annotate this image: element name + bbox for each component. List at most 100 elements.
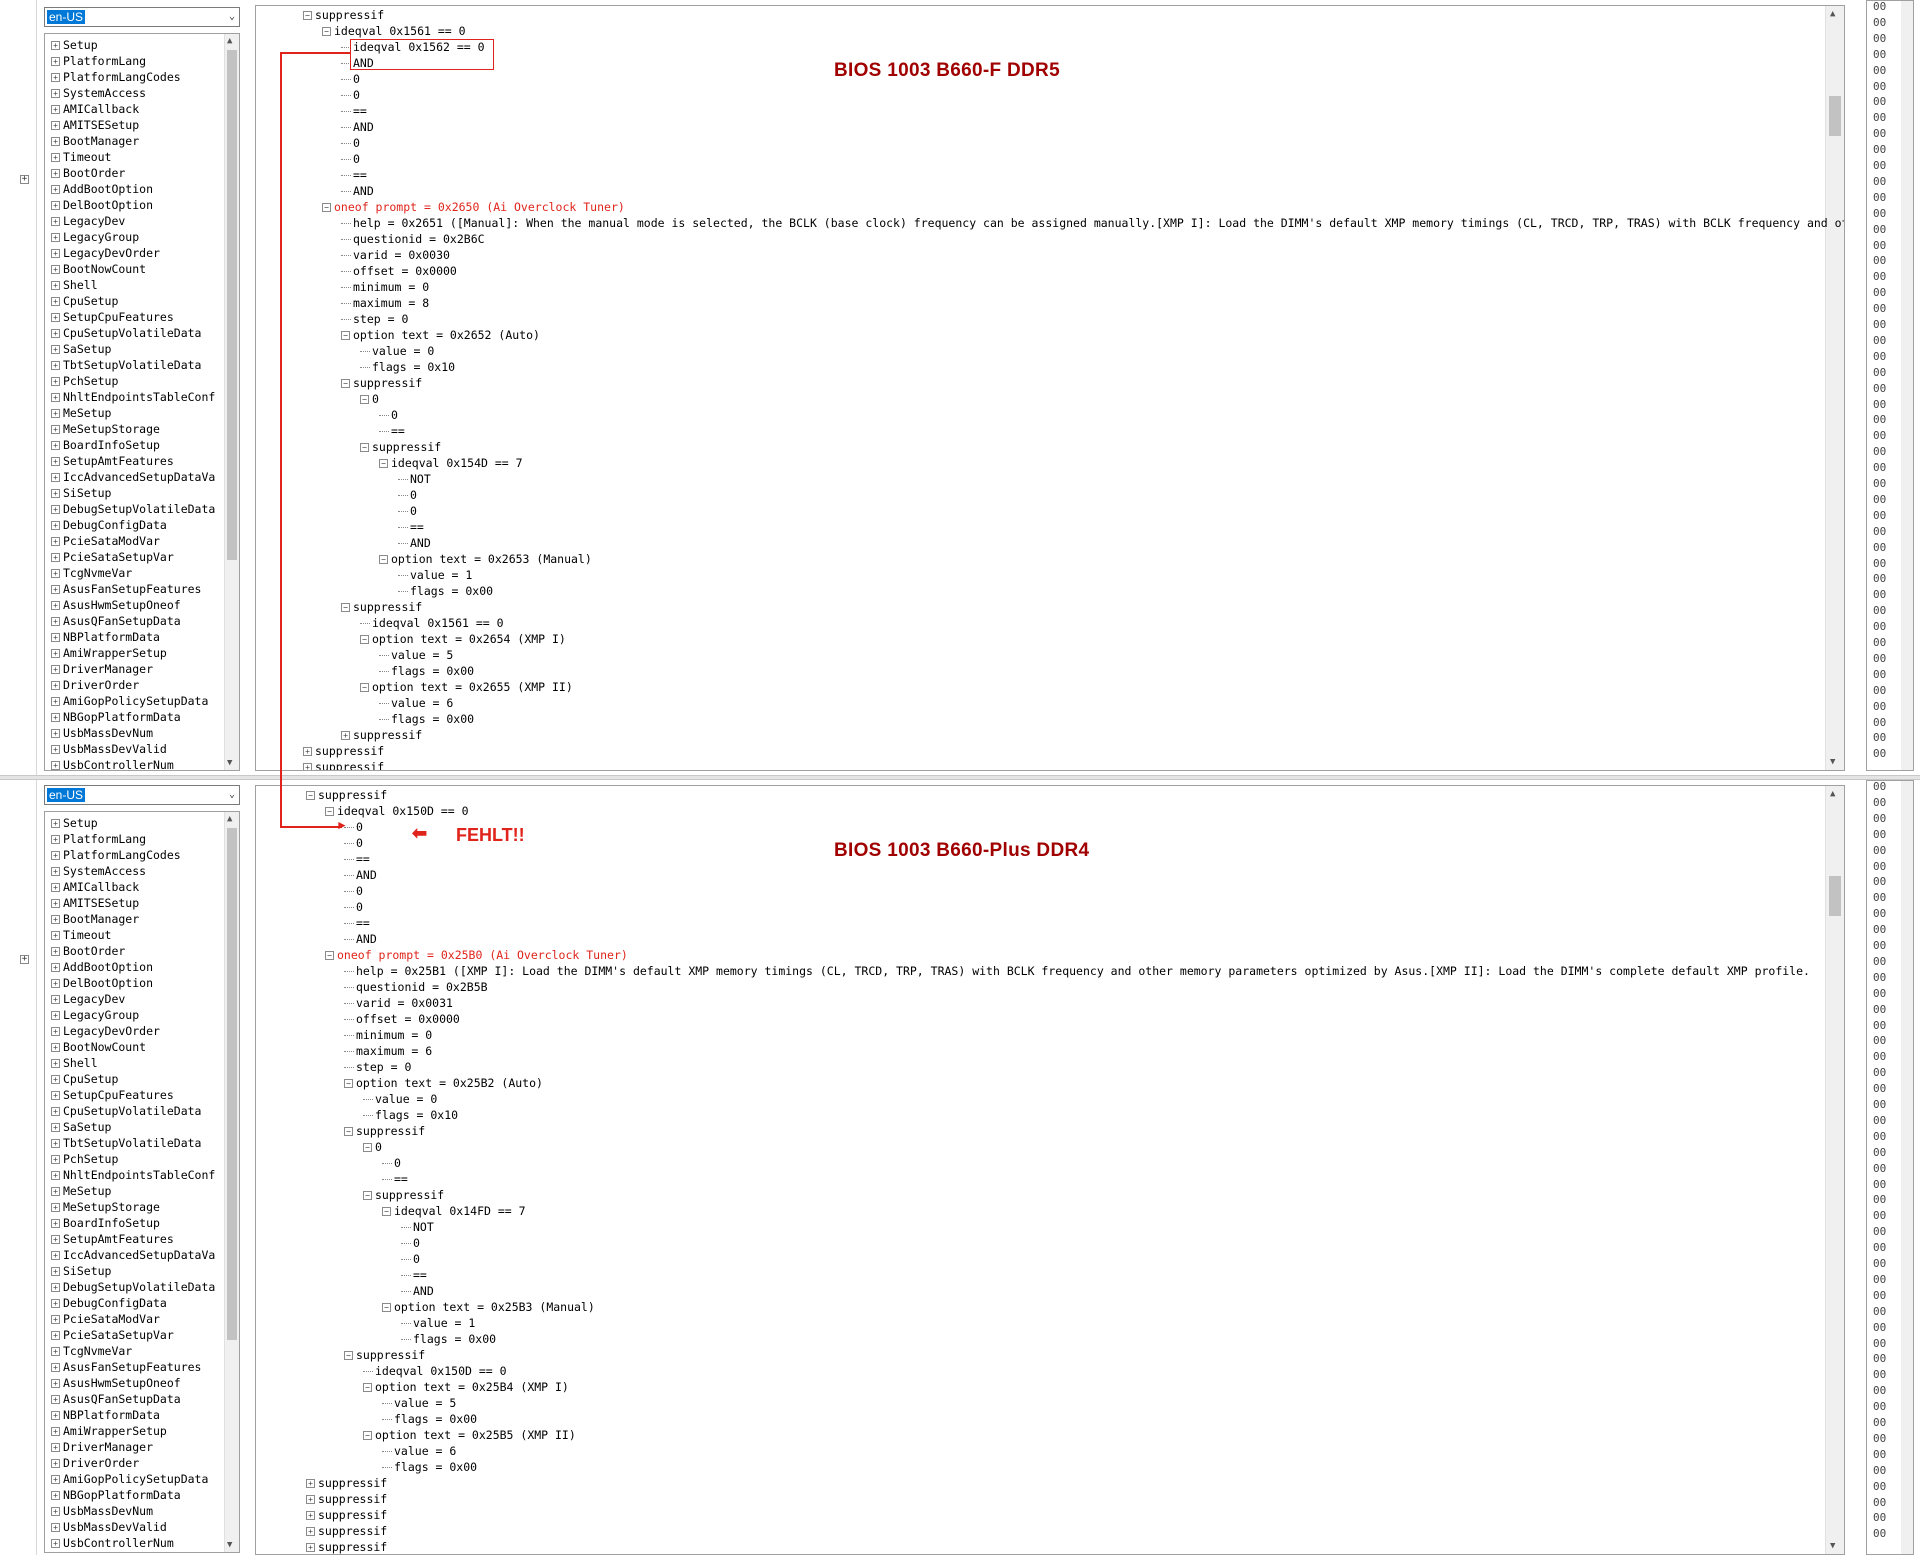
tree-node[interactable]: value = 5 [382,1395,456,1411]
varstore-item[interactable]: + UsbMassDevValid [51,1519,167,1535]
tree-node[interactable]: == [401,1267,427,1283]
tree-scrollbar[interactable]: ▲ ▼ [1825,786,1844,1554]
expand-icon[interactable]: + [51,233,60,242]
tree-node[interactable]: 0 [401,1251,420,1267]
expand-icon[interactable]: + [51,649,60,658]
expand-icon[interactable]: + [51,1139,60,1148]
collapse-icon[interactable]: − [363,1143,372,1152]
expand-icon[interactable]: + [51,617,60,626]
tree-node[interactable]: ideqval 0x150D == 0 [363,1363,507,1379]
expand-icon[interactable]: + [51,489,60,498]
varstore-list[interactable]: ▲ ▼ + Setup + PlatformLang + PlatformLangCode… [44,33,240,771]
scroll-thumb[interactable] [227,50,237,560]
expand-icon[interactable]: + [51,1187,60,1196]
varstore-item[interactable]: + PcieSataModVar [51,1311,160,1327]
expand-icon[interactable]: + [51,185,60,194]
varstore-item[interactable]: + DebugConfigData [51,1295,167,1311]
expand-icon[interactable]: + [51,137,60,146]
collapse-icon[interactable]: − [325,951,334,960]
expand-icon[interactable]: + [51,57,60,66]
expand-icon[interactable]: + [51,249,60,258]
expand-icon[interactable]: + [20,955,29,964]
expand-icon[interactable]: + [51,697,60,706]
expand-icon[interactable]: + [51,931,60,940]
varstore-item[interactable]: + AmiWrapperSetup [51,1423,167,1439]
tree-node[interactable]: == [379,423,405,439]
collapse-icon[interactable]: − [360,443,369,452]
varstore-item[interactable]: + DelBootOption [51,197,153,213]
collapse-icon[interactable]: − [360,395,369,404]
expand-icon[interactable]: + [20,175,29,184]
tree-node[interactable]: − option text = 0x25B3 (Manual) [382,1299,595,1315]
varstore-item[interactable]: + LegacyDev [51,213,125,229]
collapse-icon[interactable]: − [325,807,334,816]
tree-node[interactable]: − option text = 0x2652 (Auto) [341,327,540,343]
expand-icon[interactable]: + [51,835,60,844]
expand-icon[interactable]: + [51,761,60,770]
tree-node[interactable]: maximum = 6 [344,1043,432,1059]
expand-icon[interactable]: + [51,1043,60,1052]
scroll-up-icon[interactable]: ▲ [227,814,232,824]
tree-node[interactable]: − ideqval 0x150D == 0 [325,803,469,819]
expand-icon[interactable]: + [51,1459,60,1468]
varstore-item[interactable]: + UsbControllerNum [51,1535,174,1551]
varstore-item[interactable]: + AMICallback [51,879,139,895]
varstore-item[interactable]: + SaSetup [51,1119,111,1135]
tree-node[interactable]: flags = 0x00 [382,1459,477,1475]
expand-icon[interactable]: + [306,1511,315,1520]
tree-node[interactable]: value = 1 [401,1315,475,1331]
varstore-item[interactable]: + UsbMassDevValid [51,741,167,757]
expand-icon[interactable]: + [51,121,60,130]
tree-node[interactable]: + suppressif [306,1475,387,1491]
tree-node[interactable]: flags = 0x10 [363,1107,458,1123]
varstore-item[interactable]: + TcgNvmeVar [51,1343,132,1359]
varstore-item[interactable]: + AmiGopPolicySetupData [51,693,208,709]
tree-node[interactable]: 0 [382,1155,401,1171]
varstore-item[interactable]: + AsusHwmSetupOneof [51,597,181,613]
varstore-item[interactable]: + CpuSetupVolatileData [51,325,201,341]
tree-node[interactable]: − suppressif [341,375,422,391]
varstore-item[interactable]: + PlatformLangCodes [51,847,181,863]
tree-node[interactable]: offset = 0x0000 [341,263,457,279]
expand-icon[interactable]: + [51,521,60,530]
tree-node[interactable]: − ideqval 0x1561 == 0 [322,23,466,39]
expand-icon[interactable]: + [51,963,60,972]
expand-icon[interactable]: + [303,763,312,770]
expand-icon[interactable]: + [51,585,60,594]
expand-icon[interactable]: + [51,713,60,722]
varstore-item[interactable]: + CpuSetup [51,293,118,309]
tree-node[interactable]: AND [398,535,431,551]
expand-icon[interactable]: + [51,313,60,322]
scroll-down-icon[interactable]: ▼ [227,1540,232,1550]
varstore-item[interactable]: + MeSetupStorage [51,1199,160,1215]
expand-icon[interactable]: + [51,1091,60,1100]
expand-icon[interactable]: + [51,1027,60,1036]
varstore-item[interactable]: + UsbMassDevNum [51,725,153,741]
expand-icon[interactable]: + [51,729,60,738]
expand-icon[interactable]: + [51,1235,60,1244]
tree-node[interactable]: value = 1 [398,567,472,583]
expand-icon[interactable]: + [51,601,60,610]
varstore-item[interactable]: + PlatformLang [51,53,146,69]
tree-node[interactable]: + suppressif [306,1539,387,1554]
tree-node[interactable]: 0 [344,899,363,915]
collapse-icon[interactable]: − [363,1431,372,1440]
expand-icon[interactable]: + [51,1283,60,1292]
tree-node[interactable]: == [341,167,367,183]
varstore-item[interactable]: + AMITSESetup [51,895,139,911]
tree-node[interactable]: 0 [398,503,417,519]
collapse-icon[interactable]: − [382,1303,391,1312]
tree-node[interactable]: + suppressif [303,759,384,770]
collapse-icon[interactable]: − [360,635,369,644]
varstore-item[interactable]: + LegacyDevOrder [51,245,160,261]
expand-icon[interactable]: + [51,73,60,82]
tree-node[interactable]: + suppressif [306,1523,387,1539]
tree-node[interactable]: 0 [341,87,360,103]
scroll-down-icon[interactable]: ▼ [1830,757,1835,767]
expand-icon[interactable]: + [306,1527,315,1536]
tree-scrollbar[interactable]: ▲ ▼ [1825,6,1844,770]
varstore-item[interactable]: + DebugConfigData [51,517,167,533]
expand-icon[interactable]: + [51,665,60,674]
tree-node[interactable]: ideqval 0x1561 == 0 [360,615,504,631]
varstore-item[interactable]: + Shell [51,277,98,293]
